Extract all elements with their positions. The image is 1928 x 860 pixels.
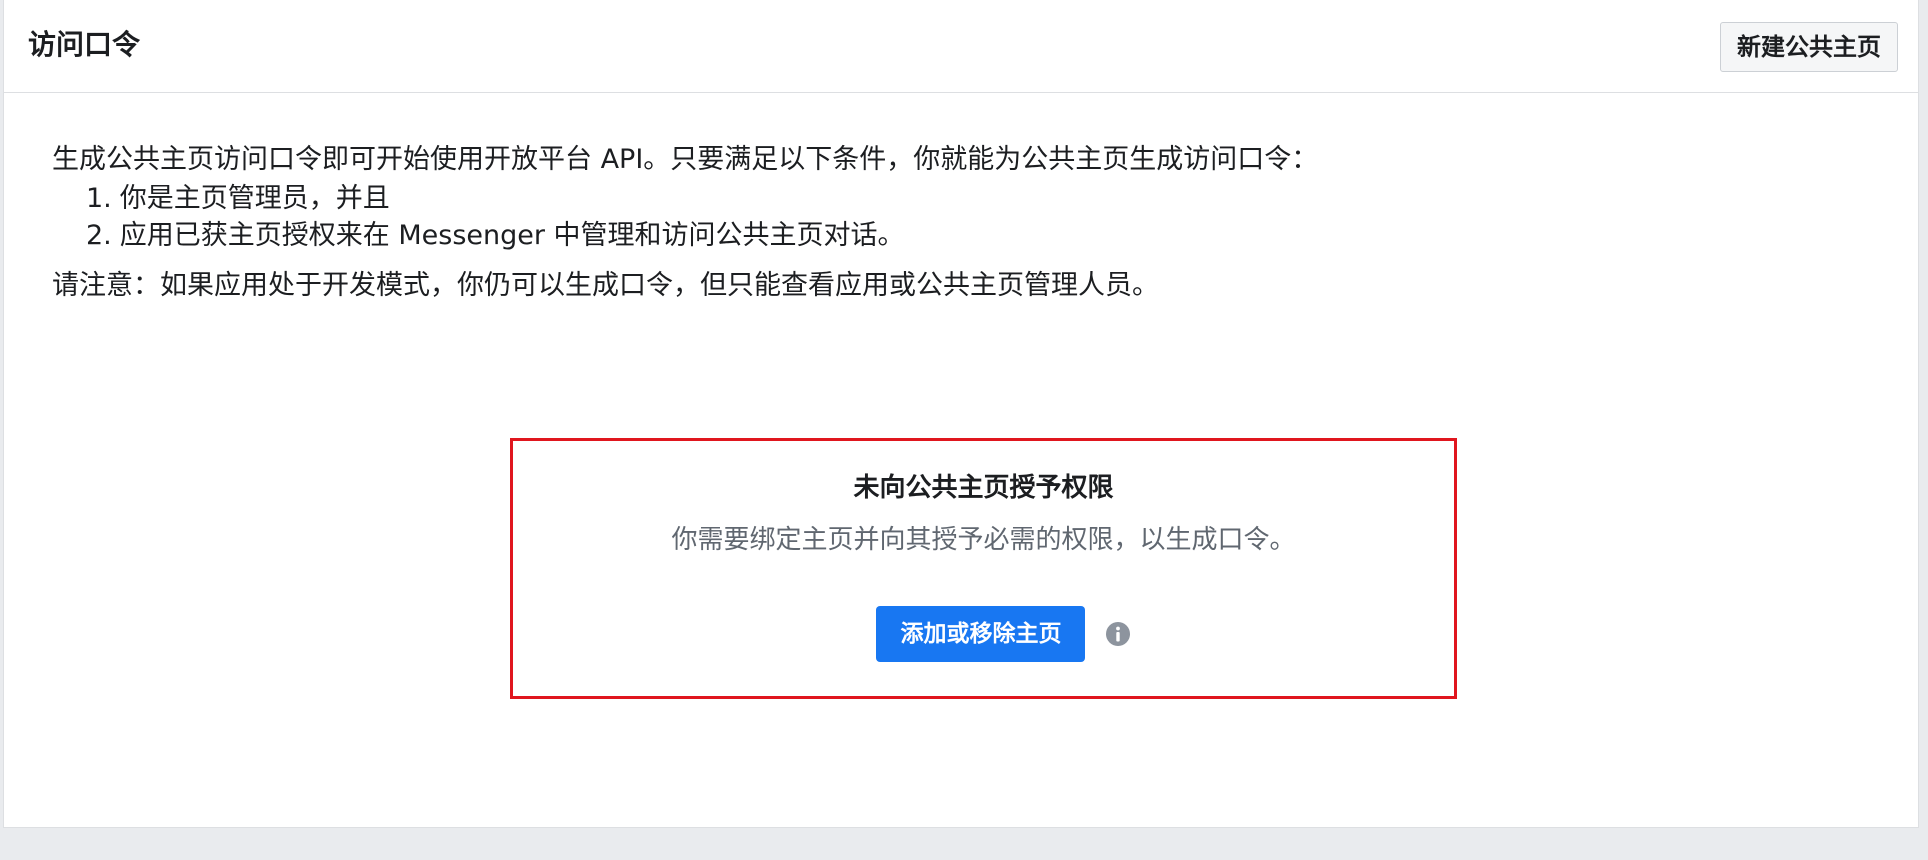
condition-text: 应用已获主页授权来在 Messenger 中管理和访问公共主页对话。 [119, 220, 905, 251]
permission-title: 未向公共主页授予权限 [853, 473, 1114, 503]
info-icon[interactable] [1105, 621, 1131, 647]
permission-actions: 添加或移除主页 [513, 606, 1454, 662]
card-content: 生成公共主页访问口令即可开始使用开放平台 API。只要满足以下条件，你就能为公共… [52, 140, 1878, 306]
new-page-button[interactable]: 新建公共主页 [1720, 22, 1898, 72]
page-title: 访问口令 [28, 28, 141, 61]
condition-text: 你是主页管理员，并且 [119, 183, 390, 214]
permission-notice-box: 未向公共主页授予权限 你需要绑定主页并向其授予必需的权限，以生成口令。 添加或移… [510, 438, 1457, 699]
condition-item: 2. 应用已获主页授权来在 Messenger 中管理和访问公共主页对话。 [86, 217, 1878, 254]
intro-text: 生成公共主页访问口令即可开始使用开放平台 API。只要满足以下条件，你就能为公共… [52, 144, 1319, 175]
conditions-list: 1. 你是主页管理员，并且 2. 应用已获主页授权来在 Messenger 中管理和… [52, 180, 1878, 254]
card-header: 访问口令 新建公共主页 [4, 0, 1918, 93]
add-remove-pages-button[interactable]: 添加或移除主页 [876, 606, 1086, 662]
dev-mode-note: 请注意：如果应用处于开发模式，你仍可以生成口令，但只能查看应用或公共主页管理人员… [52, 270, 1159, 301]
permission-description: 你需要绑定主页并向其授予必需的权限，以生成口令。 [671, 525, 1296, 555]
condition-number: 2. [86, 220, 112, 251]
condition-item: 1. 你是主页管理员，并且 [86, 180, 1878, 217]
condition-number: 1. [86, 183, 112, 214]
access-token-card: 访问口令 新建公共主页 生成公共主页访问口令即可开始使用开放平台 API。只要满… [3, 0, 1919, 828]
